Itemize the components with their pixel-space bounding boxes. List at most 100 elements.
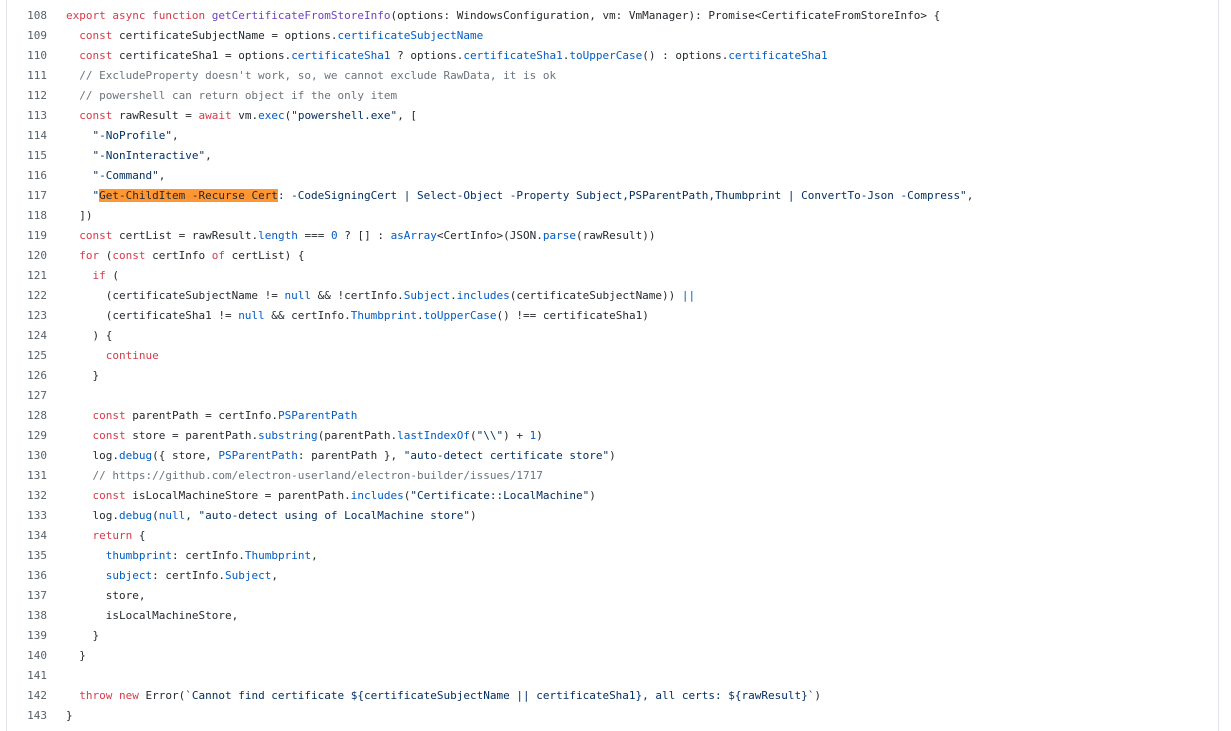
property-token: null xyxy=(238,309,265,322)
string-token: "-Command" xyxy=(92,169,159,182)
line-number[interactable]: 112 xyxy=(7,86,66,106)
line-number[interactable]: 110 xyxy=(7,46,66,66)
string-token: "-NoProfile" xyxy=(92,129,172,142)
code-text-token: , xyxy=(966,189,974,202)
line-number[interactable]: 119 xyxy=(7,226,66,246)
line-number[interactable]: 138 xyxy=(7,606,66,626)
code-table: 108 export async function getCertificateF… xyxy=(7,6,973,726)
line-number[interactable]: 116 xyxy=(7,166,66,186)
line-number[interactable]: 140 xyxy=(7,646,66,666)
line-number[interactable]: 130 xyxy=(7,446,66,466)
line-number[interactable]: 143 xyxy=(7,706,66,726)
code-line: 124 ) { xyxy=(7,326,973,346)
line-number[interactable]: 133 xyxy=(7,506,66,526)
line-number[interactable]: 135 xyxy=(7,546,66,566)
line-number[interactable]: 142 xyxy=(7,686,66,706)
line-number[interactable]: 139 xyxy=(7,626,66,646)
code-text-token: ) xyxy=(814,689,821,702)
line-number[interactable]: 115 xyxy=(7,146,66,166)
code-text-token: ( xyxy=(470,429,477,442)
line-number[interactable]: 127 xyxy=(7,386,66,406)
line-number[interactable]: 141 xyxy=(7,666,66,686)
line-number[interactable]: 122 xyxy=(7,286,66,306)
keyword-token: const xyxy=(92,429,126,442)
code-text-token: ]) xyxy=(66,209,93,222)
code-text-token: log. xyxy=(66,449,119,462)
code-text-token: (rawResult)) xyxy=(576,229,656,242)
line-number[interactable]: 121 xyxy=(7,266,66,286)
line-code: ]) xyxy=(66,206,973,226)
code-line: 138 isLocalMachineStore, xyxy=(7,606,973,626)
code-text-token: certInfo xyxy=(145,249,212,262)
line-number[interactable]: 131 xyxy=(7,466,66,486)
line-code: "-Command", xyxy=(66,166,973,186)
line-number[interactable]: 125 xyxy=(7,346,66,366)
string-token: "auto-detect using of LocalMachine store… xyxy=(198,509,471,522)
code-text-token: parentPath = certInfo. xyxy=(125,409,278,422)
line-number[interactable]: 123 xyxy=(7,306,66,326)
line-code: const isLocalMachineStore = parentPath.i… xyxy=(66,486,973,506)
line-number[interactable]: 114 xyxy=(7,126,66,146)
string-token: `Cannot find certificate ${certificateSu… xyxy=(185,689,815,702)
line-number[interactable]: 111 xyxy=(7,66,66,86)
property-token: asArray xyxy=(390,229,437,242)
line-number[interactable]: 113 xyxy=(7,106,66,126)
line-number[interactable]: 128 xyxy=(7,406,66,426)
line-code: (certificateSha1 != null && certInfo.Thu… xyxy=(66,306,973,326)
line-code: log.debug(null, "auto-detect using of Lo… xyxy=(66,506,973,526)
line-number[interactable]: 132 xyxy=(7,486,66,506)
code-text-token: ? options. xyxy=(390,49,464,62)
code-text-token: (certificateSubjectName != xyxy=(66,289,285,302)
line-code: const certificateSha1 = options.certific… xyxy=(66,46,973,66)
code-text-token: Error( xyxy=(138,689,186,702)
code-text-token: ) xyxy=(536,429,543,442)
code-text-token: , xyxy=(311,549,318,562)
property-token: toUpperCase xyxy=(569,49,643,62)
code-line: 141 xyxy=(7,666,973,686)
line-number[interactable]: 118 xyxy=(7,206,66,226)
property-token: thumbprint xyxy=(105,549,172,562)
string-token: : -CodeSigningCert | Select-Object -Prop… xyxy=(277,189,967,202)
line-number[interactable]: 109 xyxy=(7,26,66,46)
code-text-token: . xyxy=(417,309,424,322)
code-line: 133 log.debug(null, "auto-detect using o… xyxy=(7,506,973,526)
line-number[interactable]: 137 xyxy=(7,586,66,606)
property-token: || xyxy=(681,289,696,302)
line-number[interactable]: 129 xyxy=(7,426,66,446)
code-text-token: ) xyxy=(589,489,596,502)
line-code: "-NonInteractive", xyxy=(66,146,973,166)
line-number[interactable]: 120 xyxy=(7,246,66,266)
keyword-token: const xyxy=(112,249,146,262)
line-number[interactable]: 126 xyxy=(7,366,66,386)
code-text-token: () : options. xyxy=(642,49,729,62)
string-token: "-NonInteractive" xyxy=(92,149,206,162)
code-line: 112 // powershell can return object if t… xyxy=(7,86,973,106)
property-token: 0 xyxy=(330,229,338,242)
line-number[interactable]: 124 xyxy=(7,326,66,346)
line-code: const store = parentPath.substring(paren… xyxy=(66,426,973,446)
line-number[interactable]: 134 xyxy=(7,526,66,546)
line-number[interactable]: 136 xyxy=(7,566,66,586)
string-token: "\\" xyxy=(476,429,504,442)
code-line: 125 continue xyxy=(7,346,973,366)
property-token: certificateSha1 xyxy=(728,49,828,62)
line-number[interactable]: 117 xyxy=(7,186,66,206)
code-line: 131 // https://github.com/electron-userl… xyxy=(7,466,973,486)
code-text-token: : certInfo. xyxy=(152,569,225,582)
line-code: ) { xyxy=(66,326,973,346)
line-code: "-NoProfile", xyxy=(66,126,973,146)
code-line: 128 const parentPath = certInfo.PSParent… xyxy=(7,406,973,426)
code-text-token: , xyxy=(158,169,166,182)
line-number[interactable]: 108 xyxy=(7,6,66,26)
code-line: 130 log.debug({ store, PSParentPath: par… xyxy=(7,446,973,466)
